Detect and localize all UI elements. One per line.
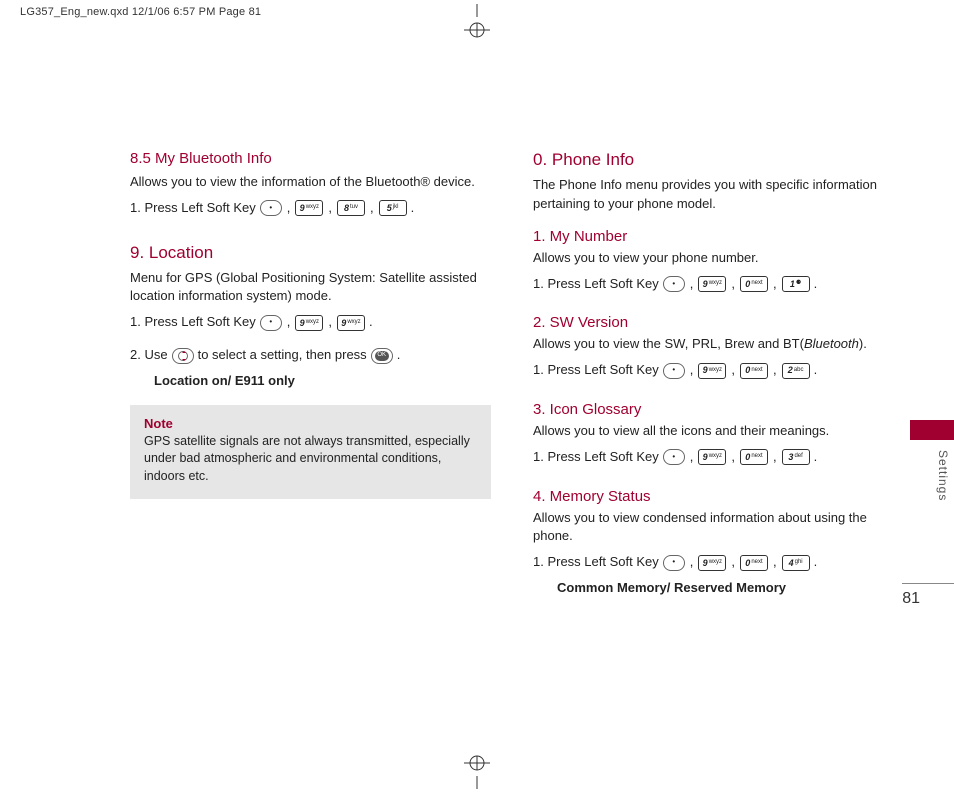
- note-text: GPS satellite signals are not always tra…: [144, 433, 477, 486]
- step-text: 2. Use: [130, 345, 168, 366]
- step-text: 1. Press Left Soft Key: [130, 198, 256, 219]
- left-soft-key-icon: •: [663, 363, 685, 379]
- key-0: 0next: [740, 555, 768, 571]
- key-9: 9wxyz: [698, 276, 726, 292]
- desc-2: Allows you to view the SW, PRL, Brew and…: [533, 335, 894, 354]
- heading-4: 4. Memory Status: [533, 488, 894, 505]
- step-2-1: 1. Press Left Soft Key •, 9wxyz, 0next, …: [533, 360, 817, 381]
- desc-1: Allows you to view your phone number.: [533, 249, 894, 268]
- key-0: 0next: [740, 363, 768, 379]
- right-column: 0. Phone Info The Phone Info menu provid…: [533, 150, 894, 598]
- step-text: 1. Press Left Soft Key: [130, 312, 256, 333]
- page-number-rule: [902, 583, 954, 584]
- step-text: 1. Press Left Soft Key: [533, 552, 659, 573]
- key-0: 0next: [740, 276, 768, 292]
- heading-8-5: 8.5 My Bluetooth Info: [130, 150, 491, 167]
- step-text: 1. Press Left Soft Key: [533, 274, 659, 295]
- note-box: Note GPS satellite signals are not alway…: [130, 405, 491, 500]
- crop-mark-top: [460, 4, 494, 38]
- heading-1: 1. My Number: [533, 228, 894, 245]
- heading-9: 9. Location: [130, 243, 491, 263]
- step-9-1: 1. Press Left Soft Key •, 9wxyz, 9wxyz.: [130, 312, 373, 333]
- left-soft-key-icon: •: [260, 200, 282, 216]
- key-3: 3def: [782, 449, 810, 465]
- note-label: Note: [144, 415, 477, 433]
- key-0: 0next: [740, 449, 768, 465]
- desc-9: Menu for GPS (Global Positioning System:…: [130, 269, 491, 307]
- step-text: 1. Press Left Soft Key: [533, 447, 659, 468]
- left-soft-key-icon: •: [260, 315, 282, 331]
- key-5: 5jkl: [379, 200, 407, 216]
- key-9: 9wxyz: [295, 200, 323, 216]
- option-location: Location on/ E911 only: [154, 372, 491, 391]
- heading-0: 0. Phone Info: [533, 150, 894, 170]
- desc-8-5: Allows you to view the information of th…: [130, 173, 491, 192]
- key-4: 4ghi: [782, 555, 810, 571]
- key-9: 9wxyz: [337, 315, 365, 331]
- key-9: 9wxyz: [698, 555, 726, 571]
- step-3-1: 1. Press Left Soft Key •, 9wxyz, 0next, …: [533, 447, 817, 468]
- step-8-5-1: 1. Press Left Soft Key •, 9wxyz, 8tuv, 5…: [130, 198, 414, 219]
- left-soft-key-icon: •: [663, 555, 685, 571]
- key-9: 9wxyz: [698, 363, 726, 379]
- key-9: 9wxyz: [295, 315, 323, 331]
- heading-2: 2. SW Version: [533, 314, 894, 331]
- crop-mark-bottom: [460, 755, 494, 789]
- step-1-1: 1. Press Left Soft Key •, 9wxyz, 0next, …: [533, 274, 817, 295]
- desc-4: Allows you to view condensed information…: [533, 509, 894, 547]
- side-tab: Settings: [910, 420, 954, 501]
- key-2: 2abc: [782, 363, 810, 379]
- key-9: 9wxyz: [698, 449, 726, 465]
- step-text: 1. Press Left Soft Key: [533, 360, 659, 381]
- key-8: 8tuv: [337, 200, 365, 216]
- page-body: 8.5 My Bluetooth Info Allows you to view…: [130, 150, 894, 753]
- nav-key-icon: [172, 348, 194, 364]
- left-soft-key-icon: •: [663, 449, 685, 465]
- step-4-1: 1. Press Left Soft Key •, 9wxyz, 0next, …: [533, 552, 817, 573]
- desc-3: Allows you to view all the icons and the…: [533, 422, 894, 441]
- heading-3: 3. Icon Glossary: [533, 401, 894, 418]
- side-red-block: [910, 420, 954, 440]
- option-memory: Common Memory/ Reserved Memory: [557, 579, 894, 598]
- desc-0: The Phone Info menu provides you with sp…: [533, 176, 894, 214]
- left-column: 8.5 My Bluetooth Info Allows you to view…: [130, 150, 491, 598]
- left-soft-key-icon: •: [663, 276, 685, 292]
- key-1: 1⚈: [782, 276, 810, 292]
- page-number: 81: [902, 590, 920, 608]
- side-label: Settings: [936, 450, 950, 501]
- ok-key-icon: OK: [371, 348, 393, 364]
- step-9-2: 2. Use to select a setting, then press O…: [130, 345, 400, 366]
- step-text: to select a setting, then press: [198, 345, 367, 366]
- print-header: LG357_Eng_new.qxd 12/1/06 6:57 PM Page 8…: [20, 6, 261, 18]
